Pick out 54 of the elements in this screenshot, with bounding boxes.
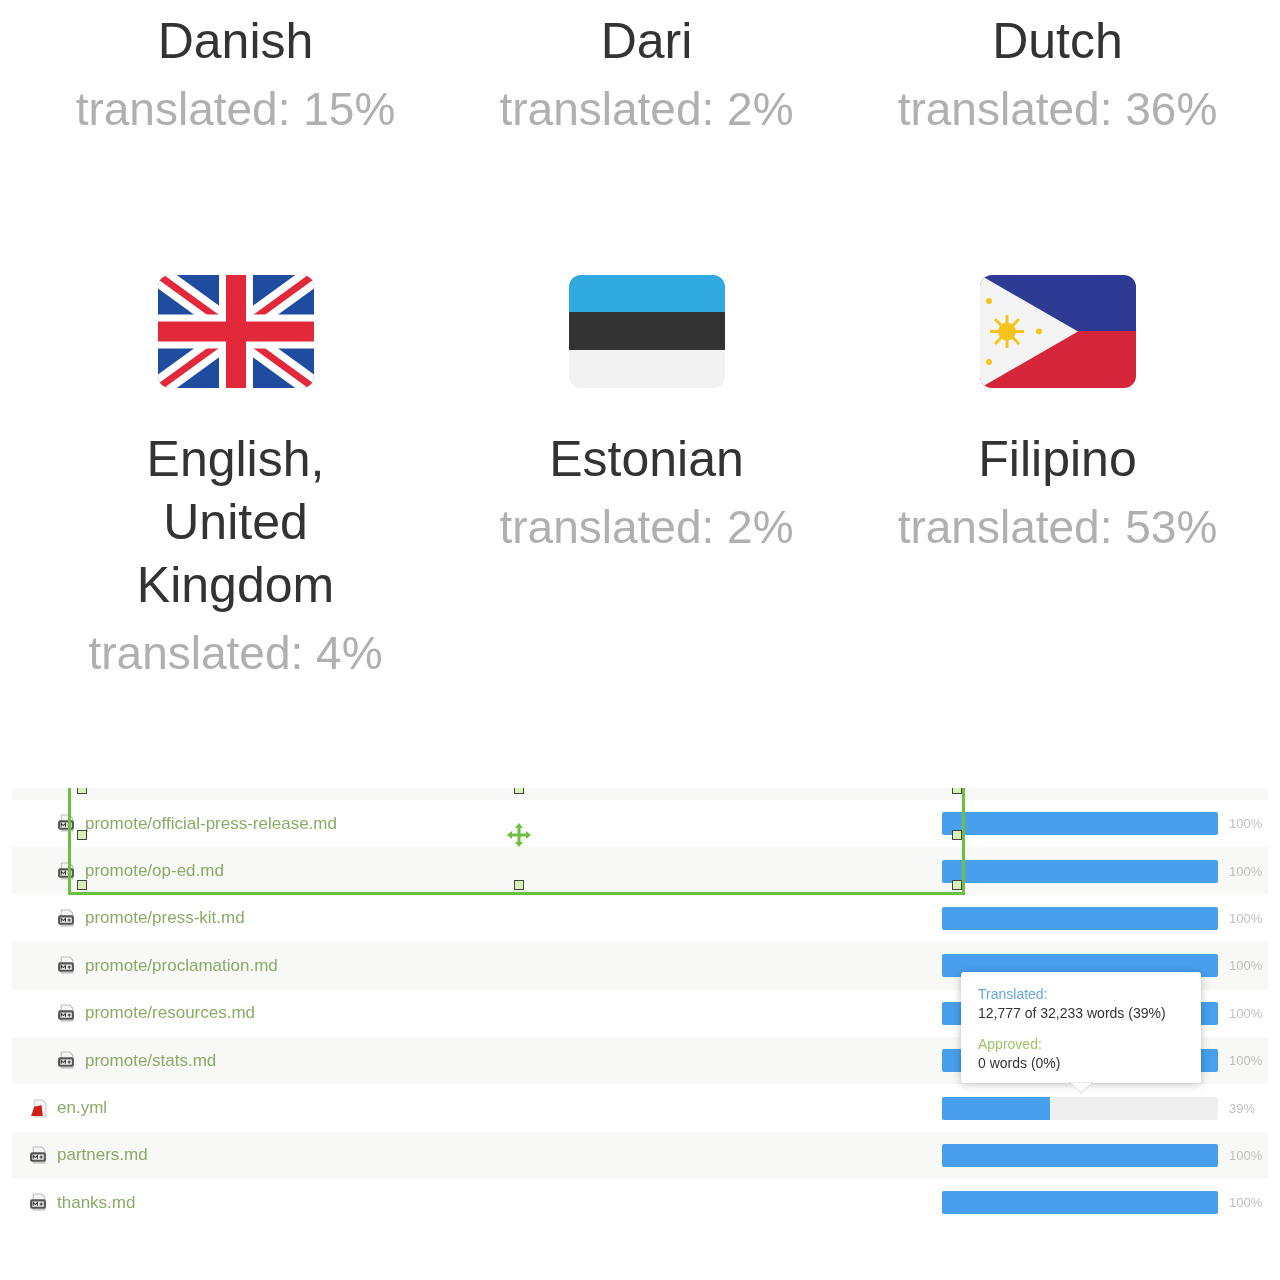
translation-status: translated: 2% xyxy=(499,500,794,555)
flag-icon xyxy=(979,275,1136,388)
markdown-file-icon xyxy=(57,814,76,834)
resize-handle[interactable] xyxy=(952,788,962,794)
language-name: Estonian xyxy=(548,430,745,489)
file-name[interactable]: en.yml xyxy=(57,1098,108,1119)
file-name[interactable]: promote/press-kit.md xyxy=(85,908,245,929)
language-name: Dari xyxy=(599,12,694,71)
resize-handle[interactable] xyxy=(77,788,87,794)
file-name[interactable]: promote/proclamation.md xyxy=(85,955,278,976)
file-name[interactable]: partners.md xyxy=(57,1145,148,1166)
resize-handle[interactable] xyxy=(952,830,962,840)
file-name[interactable]: promote/resources.md xyxy=(85,1003,256,1024)
markdown-file-icon xyxy=(57,1051,76,1071)
progress-reading: 100% xyxy=(1229,816,1263,832)
tooltip-label: Approved: xyxy=(978,1035,1043,1054)
file-name[interactable]: thanks.md xyxy=(57,1192,136,1213)
language-name: Filipino xyxy=(977,430,1138,489)
markdown-file-icon xyxy=(57,908,76,928)
file-name[interactable]: promote/op-ed.md xyxy=(85,861,224,882)
progress-reading: 100% xyxy=(1229,1147,1263,1163)
progress-reading: 100% xyxy=(1229,958,1263,974)
translation-status: translated: 2% xyxy=(499,82,794,137)
flag-icon xyxy=(157,275,314,388)
progress-reading: 100% xyxy=(1229,1053,1263,1069)
translation-status: translated: 15% xyxy=(75,82,396,137)
markdown-file-icon xyxy=(57,1003,76,1023)
progress-reading: 100% xyxy=(1229,910,1263,926)
progress-reading: 100% xyxy=(1229,1005,1263,1021)
ruby-file-icon xyxy=(29,1098,48,1118)
progress-reading: 100% xyxy=(1229,863,1263,879)
tooltip-value: 0 words (0%) xyxy=(978,1054,1062,1073)
resize-handle[interactable] xyxy=(514,880,524,890)
progress-reading: 39% xyxy=(1229,1100,1256,1116)
markdown-file-icon xyxy=(57,956,76,976)
file-name[interactable]: promote/stats.md xyxy=(85,1050,217,1071)
resize-handle[interactable] xyxy=(77,830,87,840)
language-name: Dutch xyxy=(991,12,1124,71)
translation-status: translated: 36% xyxy=(897,82,1218,137)
file-name[interactable]: promote/official-press-release.md xyxy=(85,813,337,834)
markdown-file-icon xyxy=(57,861,76,881)
progress-reading: 100% xyxy=(1229,1195,1263,1211)
translation-status: translated: 4% xyxy=(88,626,383,681)
markdown-file-icon xyxy=(29,1193,48,1213)
resize-handle[interactable] xyxy=(514,788,524,794)
language-name: English, United Kingdom xyxy=(135,430,336,615)
resize-handle[interactable] xyxy=(952,880,962,890)
translation-status: translated: 53% xyxy=(897,500,1218,555)
markdown-file-icon xyxy=(29,1145,48,1165)
flag-icon xyxy=(568,275,725,388)
tooltip-value: 12,777 of 32,233 words (39%) xyxy=(978,1004,1167,1023)
resize-handle[interactable] xyxy=(77,880,87,890)
language-name: Danish xyxy=(156,12,315,71)
tooltip-label: Translated: xyxy=(978,985,1049,1004)
